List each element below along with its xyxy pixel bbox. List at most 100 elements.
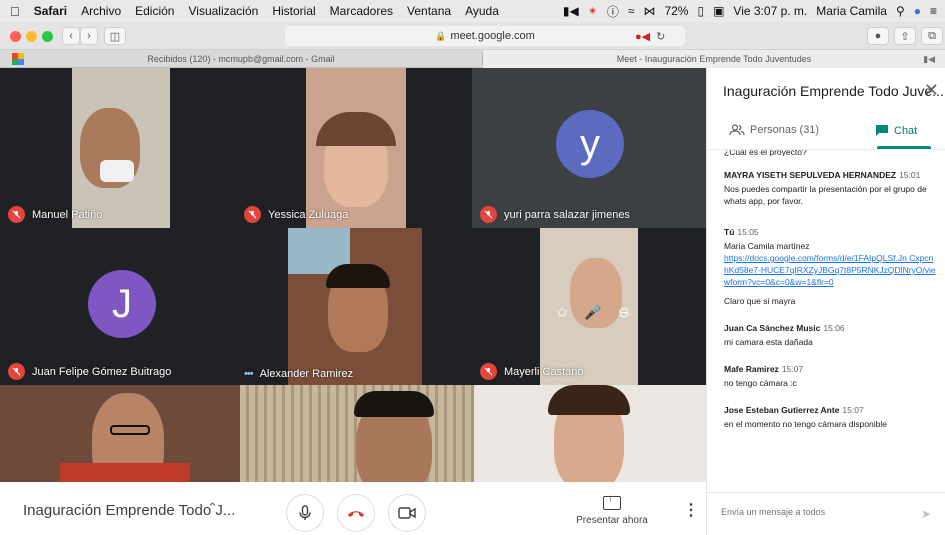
tabs-overview-icon[interactable]: ⧉ <box>921 27 943 45</box>
camera-icon <box>398 507 416 519</box>
display-icon[interactable]: ▣ <box>713 4 724 18</box>
spotlight-search-icon[interactable]: ⚲ <box>896 4 905 18</box>
present-screen-icon <box>603 493 621 510</box>
microphone-icon <box>299 505 311 520</box>
tab-gmail[interactable]: Recibidos (120) - mcmupb@gmail.com - Gma… <box>0 50 482 68</box>
tab-meet[interactable]: Meet - Inauguración Emprende Todo Juvent… <box>483 50 945 68</box>
camera-status-icon[interactable]: ▮◀ <box>563 4 579 18</box>
chat-sender: Juan Ca Sánchez Music 15:06 <box>724 323 938 333</box>
battery-icon[interactable]: ▯ <box>697 4 704 18</box>
back-button[interactable]: ‹ <box>62 27 80 45</box>
menu-app-name[interactable]: Safari <box>34 4 67 18</box>
message-time: 15:07 <box>842 405 864 415</box>
close-icon[interactable]: ✕ <box>924 80 939 101</box>
mic-off-icon <box>8 363 25 380</box>
participant-name-tag: ••• Alexander Ramirez <box>244 368 353 380</box>
chat-message: MAYRA YISETH SEPULVEDA HERNANDEZ 15:01 No… <box>724 170 938 207</box>
message-text: en el momento no tengo cámara disponible <box>724 419 888 429</box>
chat-message: Tú 15:05 Maria Camila martínez https://do… <box>724 227 938 307</box>
pin-icon[interactable]: ✩ <box>556 304 568 321</box>
panel-title: Inaguración Emprende Todo Juve... <box>723 83 944 99</box>
tab-chat[interactable]: Chat <box>875 124 917 137</box>
wifi-icon[interactable]: ≈ <box>628 4 635 18</box>
tab-people-label: Personas (31) <box>750 124 820 136</box>
leave-call-button[interactable] <box>337 494 375 532</box>
notification-center-icon[interactable]: ≡ <box>930 4 937 18</box>
chevron-up-icon[interactable]: ⌃ <box>207 500 218 516</box>
message-link[interactable]: https://docs.google.com/forms/d/e/1FAIpQ… <box>724 252 938 288</box>
sender-name: Juan Ca Sánchez Music <box>724 323 821 333</box>
battery-percent[interactable]: 72% <box>664 4 688 18</box>
forward-button[interactable]: › <box>80 27 98 45</box>
sidebar-icon[interactable]: ◫ <box>104 27 126 45</box>
message-text: mi camara esta dañada <box>724 337 813 347</box>
message-time: 15:06 <box>823 323 845 333</box>
camera-button[interactable] <box>388 494 426 532</box>
tab-bar: Recibidos (120) - mcmupb@gmail.com - Gma… <box>0 50 945 68</box>
participant-name: Mayerli Castano <box>504 365 584 378</box>
tab-camera-icon[interactable]: ▮◀ <box>923 54 935 65</box>
accessibility-icon[interactable]: ⓘ <box>607 3 619 20</box>
sender-name: Jose Esteban Gutierrez Ante <box>724 405 840 415</box>
meeting-title[interactable]: Inaguración Emprende Todo J... <box>23 502 235 519</box>
present-now-label: Presentar ahora <box>576 515 648 526</box>
chat-messages[interactable]: ¿Cuál es el proyecto? MAYRA YISETH SEPUL… <box>724 150 938 490</box>
participant-tile[interactable]: ••• Alexander Ramirez <box>236 228 472 385</box>
menu-archivo[interactable]: Archivo <box>81 4 121 18</box>
participant-tile[interactable]: Yessica Zuluaga <box>236 68 472 228</box>
menu-ventana[interactable]: Ventana <box>407 4 451 18</box>
camera-active-icon[interactable]: ●◀ <box>635 30 650 43</box>
tab-meet-label: Meet - Inauguración Emprende Todo Juvent… <box>616 54 812 64</box>
participant-tile[interactable] <box>240 385 474 482</box>
message-text: no tengo cámara :c <box>724 378 797 388</box>
minimize-window-button[interactable] <box>26 31 37 42</box>
tab-people[interactable]: Personas (31) <box>729 124 819 136</box>
microphone-button[interactable] <box>286 494 324 532</box>
participant-name-tag: Manuel Patiño <box>8 206 102 223</box>
menu-visualizacion[interactable]: Visualización <box>188 4 258 18</box>
privacy-report-icon[interactable]: ● <box>867 27 889 45</box>
chat-sender: Tú 15:05 <box>724 227 938 237</box>
participant-tile[interactable]: y yuri parra salazar jimenes <box>472 68 706 228</box>
participant-tile[interactable]: Manuel Patiño <box>0 68 236 228</box>
menubar-user[interactable]: Maria Camila <box>816 4 887 18</box>
sender-name: MAYRA YISETH SEPULVEDA HERNANDEZ <box>724 170 897 180</box>
share-icon[interactable]: ⇧ <box>894 27 916 45</box>
send-icon[interactable]: ➤ <box>921 507 931 521</box>
participant-name: Yessica Zuluaga <box>268 208 349 221</box>
chat-message-input[interactable] <box>721 507 901 517</box>
remove-participant-icon[interactable]: ⊖ <box>618 304 630 321</box>
zoom-window-button[interactable] <box>42 31 53 42</box>
participant-tile[interactable]: ✩ 🎤 ⊖ Mayerli Castano <box>472 228 706 385</box>
more-options-dots-icon: ••• <box>244 368 254 380</box>
menu-marcadores[interactable]: Marcadores <box>330 4 393 18</box>
side-panel: Inaguración Emprende Todo Juve... ✕ Pers… <box>706 68 945 535</box>
chat-sender: Mafe Ramirez 15:07 <box>724 364 938 374</box>
address-bar[interactable]: 🔒 meet.google.com <box>285 26 685 46</box>
shirt <box>60 463 190 482</box>
apple-menu-icon[interactable]:  <box>10 4 20 19</box>
menu-ayuda[interactable]: Ayuda <box>465 4 499 18</box>
present-now-button[interactable]: Presentar ahora <box>571 493 653 526</box>
participant-name-tag: yuri parra salazar jimenes <box>480 206 630 223</box>
participant-name: Manuel Patiño <box>32 208 103 221</box>
participant-tile[interactable] <box>0 385 240 482</box>
menu-edicion[interactable]: Edición <box>135 4 174 18</box>
menu-historial[interactable]: Historial <box>272 4 315 18</box>
activity-icon[interactable]: ✴ <box>588 4 598 18</box>
lock-icon: 🔒 <box>435 30 447 41</box>
hang-up-icon <box>348 511 364 517</box>
siri-icon[interactable]: ● <box>914 4 921 18</box>
hair <box>548 385 630 415</box>
reload-icon[interactable]: ↻ <box>656 30 665 43</box>
close-window-button[interactable] <box>10 31 21 42</box>
participant-avatar: y <box>556 110 624 178</box>
participant-tile[interactable]: J Juan Felipe Gómez Buitrago <box>0 228 236 385</box>
mute-participant-icon[interactable]: 🎤 <box>584 304 601 321</box>
chat-sender: MAYRA YISETH SEPULVEDA HERNANDEZ 15:01 <box>724 170 938 180</box>
face-mask <box>100 160 134 182</box>
more-options-icon[interactable]: ⋮ <box>683 500 699 520</box>
participant-tile[interactable] <box>474 385 706 482</box>
bluetooth-icon[interactable]: ⋈ <box>643 4 655 18</box>
clock[interactable]: Vie 3:07 p. m. <box>733 4 807 18</box>
